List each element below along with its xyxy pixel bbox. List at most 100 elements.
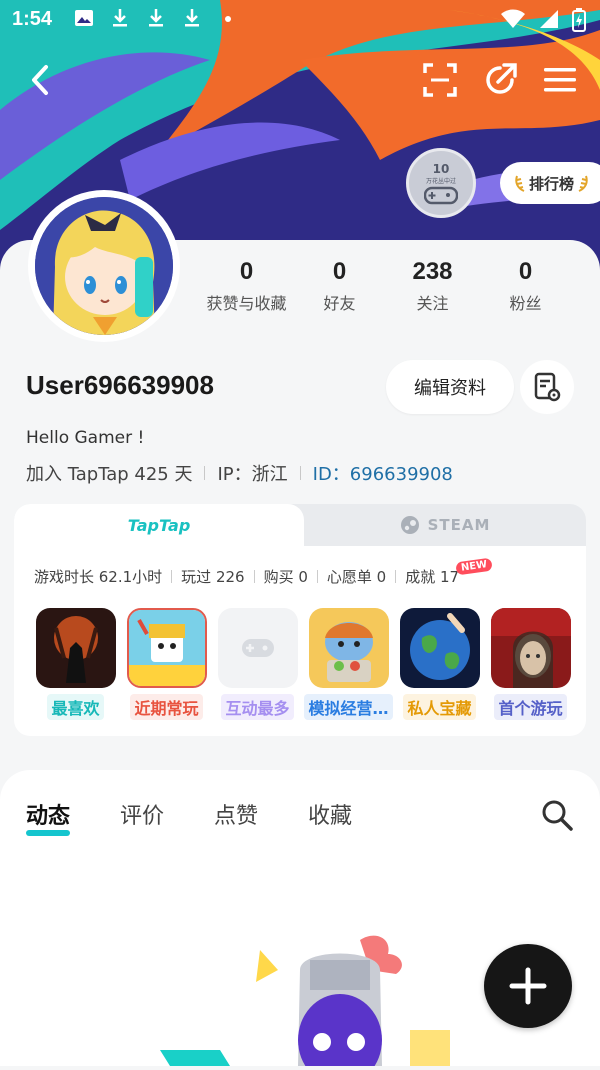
- download-icon: [149, 9, 163, 27]
- user-id[interactable]: ID：696639908: [313, 460, 453, 486]
- chevron-left-icon: [32, 65, 48, 95]
- game-simulation[interactable]: 模拟经营…: [303, 608, 394, 720]
- tab-taptap[interactable]: TapTap: [14, 504, 304, 546]
- battery-icon: [572, 8, 586, 32]
- back-button[interactable]: [18, 58, 62, 102]
- level-badge[interactable]: 10 万花丛中过: [406, 148, 476, 218]
- game-favorite[interactable]: 最喜欢: [30, 608, 121, 720]
- search-button[interactable]: [540, 798, 574, 832]
- leaderboard-label: 排行榜: [529, 174, 575, 193]
- stat-value: 0: [518, 258, 533, 285]
- status-bar: 1:54: [0, 0, 600, 40]
- profile-bio: Hello Gamer !: [26, 428, 145, 448]
- tab-steam-label: STEAM: [427, 516, 491, 534]
- stat-label: 关注: [416, 294, 449, 313]
- tab-likes[interactable]: 点赞: [214, 798, 258, 830]
- download-icon: [113, 9, 127, 27]
- stat-label: 好友: [323, 294, 356, 313]
- platform-tabs: TapTap STEAM: [14, 504, 586, 546]
- tab-steam[interactable]: STEAM: [304, 504, 586, 546]
- edit-profile-button[interactable]: 编辑资料: [386, 360, 514, 414]
- dot-icon: [225, 16, 231, 22]
- game-recent[interactable]: 近期常玩: [121, 608, 212, 720]
- scan-button[interactable]: [418, 58, 462, 102]
- level-badge-caption: 万花丛中过: [425, 177, 456, 185]
- scan-icon: [423, 63, 457, 97]
- download-icon: [185, 9, 199, 27]
- game-most-interactive[interactable]: 互动最多: [212, 608, 303, 720]
- image-icon: [75, 10, 93, 26]
- game-icon: [126, 608, 207, 688]
- games-played: 玩过 226: [181, 568, 245, 586]
- divider: [395, 570, 397, 583]
- game-icon: [308, 608, 389, 688]
- stat-friends[interactable]: 0 好友: [293, 258, 386, 314]
- divider: [299, 466, 301, 480]
- stat-fans[interactable]: 0 粉丝: [479, 258, 572, 314]
- content-tabs: 动态 评价 点赞 收藏: [26, 798, 352, 836]
- wishlist-count: 心愿单 0: [326, 568, 387, 586]
- game-caption: 互动最多: [221, 694, 294, 720]
- divider: [316, 570, 318, 583]
- divider: [204, 466, 206, 480]
- signal-icon: [540, 10, 558, 28]
- profile-stats: 0 获赞与收藏 0 好友 238 关注 0 粉丝: [200, 258, 580, 314]
- game-icon: [490, 608, 571, 688]
- share-icon: [486, 63, 517, 94]
- profile-meta: 加入 TapTap 425 天 IP：浙江 ID：696639908: [26, 460, 453, 486]
- game-icon: [35, 608, 116, 688]
- avatar-image: [35, 197, 173, 335]
- profile-document-button[interactable]: [520, 360, 574, 414]
- status-notification-icons: [74, 8, 238, 28]
- join-days: 加入 TapTap 425 天: [26, 464, 193, 485]
- status-system-icons: [500, 8, 586, 32]
- status-time: 1:54: [12, 8, 53, 30]
- stat-value: 0: [239, 258, 254, 285]
- plus-icon: [509, 967, 547, 1005]
- tab-favorites[interactable]: 收藏: [308, 798, 352, 830]
- ip-location: IP：浙江: [217, 464, 288, 485]
- achievements-count: 成就 17: [405, 568, 460, 586]
- gamepad-icon: [241, 639, 274, 657]
- game-stats[interactable]: 游戏时长 62.1小时 玩过 226 购买 0 心愿单 0 成就 17: [34, 566, 459, 587]
- game-caption: 最喜欢: [47, 694, 104, 720]
- games-panel: TapTap STEAM 游戏时长 62.1小时 玩过 226 购买 0 心愿单…: [14, 504, 586, 736]
- stat-likes[interactable]: 0 获赞与收藏: [200, 258, 293, 314]
- stat-label: 获赞与收藏: [206, 294, 287, 313]
- level-badge-number: 10: [432, 161, 450, 176]
- stat-label: 粉丝: [509, 294, 542, 313]
- laurel-icon: [515, 175, 525, 192]
- game-caption: 私人宝藏: [403, 694, 476, 720]
- stat-value: 0: [332, 258, 347, 285]
- game-first-played[interactable]: 首个游玩: [485, 608, 576, 720]
- play-time: 游戏时长 62.1小时: [34, 568, 163, 586]
- game-icon: [399, 608, 480, 688]
- empty-state-illustration: [160, 930, 460, 1070]
- laurel-icon: [578, 175, 588, 192]
- username: User696639908: [26, 370, 214, 400]
- game-caption: 模拟经营…: [304, 694, 393, 720]
- stat-following[interactable]: 238 关注: [386, 258, 479, 314]
- share-button[interactable]: [478, 58, 522, 102]
- game-showcase: 最喜欢 近期常玩 互动最多 模拟经营… 私人宝藏 首个游玩: [30, 608, 582, 720]
- menu-button[interactable]: [538, 58, 582, 102]
- game-caption: 近期常玩: [130, 694, 203, 720]
- divider: [253, 570, 255, 583]
- create-post-button[interactable]: [484, 944, 572, 1028]
- game-caption: 首个游玩: [494, 694, 567, 720]
- document-settings-icon: [534, 372, 561, 402]
- gamepad-icon: [424, 186, 458, 204]
- divider: [171, 570, 173, 583]
- game-icon-placeholder: [217, 608, 298, 688]
- avatar[interactable]: [28, 190, 180, 342]
- steam-icon: [400, 516, 419, 534]
- menu-icon: [544, 68, 576, 92]
- stat-value: 238: [412, 258, 453, 285]
- leaderboard-button[interactable]: 排行榜: [500, 162, 600, 204]
- game-private-treasure[interactable]: 私人宝藏: [394, 608, 485, 720]
- search-icon: [542, 800, 573, 831]
- tab-reviews[interactable]: 评价: [120, 798, 164, 830]
- wifi-icon: [501, 9, 525, 28]
- tab-moments[interactable]: 动态: [26, 798, 71, 836]
- games-purchased: 购买 0: [263, 568, 308, 586]
